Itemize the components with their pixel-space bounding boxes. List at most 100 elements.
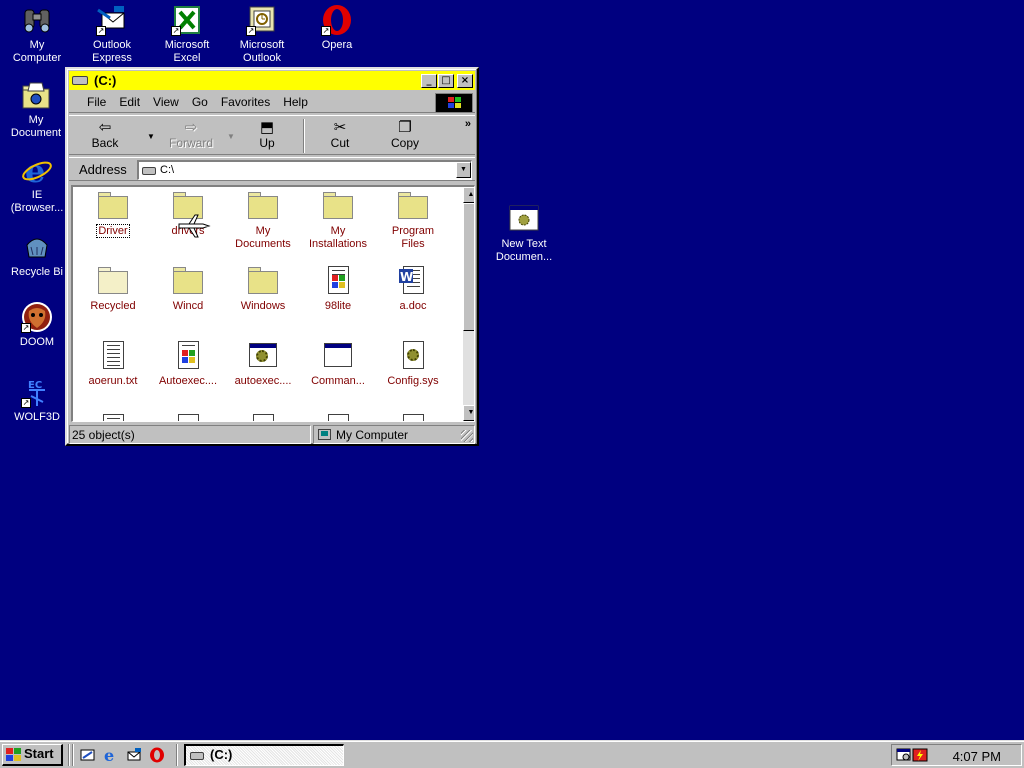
power-icon[interactable] [912,748,928,762]
minimize-button[interactable]: _ [421,73,437,88]
file-icon [97,413,129,421]
copy-button[interactable]: ❐ Copy [377,118,433,154]
explorer-window[interactable]: (C:) _ □ × File Edit View Go Favorites H… [65,67,479,446]
menu-view[interactable]: View [153,95,179,109]
close-button[interactable]: × [457,73,473,88]
address-field[interactable]: C:\ ▼ [137,160,472,180]
text-file-icon [97,340,129,372]
back-button[interactable]: ⇦ Back [77,118,133,154]
file-item-aoerun-txt[interactable]: aoerun.txt [75,340,151,388]
scroll-thumb[interactable] [463,203,474,331]
forward-button[interactable]: ⇨ Forward [163,118,219,154]
windows-logo-icon [435,93,473,113]
file-item-config-sys[interactable]: Config.sys [375,340,451,388]
desktop-icon-label: DOOM [19,336,55,348]
cursor-icon [178,214,211,238]
menu-file[interactable]: File [87,95,106,109]
file-item-command[interactable]: Comman... [300,340,376,388]
forward-arrow-icon: ⇨ [184,118,198,136]
file-item-partial[interactable] [375,413,451,421]
outlook-express-icon[interactable] [126,747,142,763]
file-icon [172,413,204,421]
cut-button[interactable]: ✂ Cut [312,118,368,154]
scheduler-icon[interactable] [896,748,912,762]
taskbar-button-label: (C:) [210,747,233,762]
internet-explorer-icon[interactable]: e [103,747,119,763]
scroll-down-button[interactable]: ▼ [463,405,474,421]
file-item-autoexec-bat[interactable]: autoexec.... [225,340,301,388]
settings-window-icon [247,340,279,372]
drive-icon [72,76,88,85]
menu-help[interactable]: Help [283,95,308,109]
show-desktop-icon[interactable] [80,747,96,763]
file-label: Recycled [90,300,136,312]
forward-dropdown-arrow[interactable]: ▼ [227,132,235,141]
vertical-scrollbar[interactable]: ▲ ▼ [463,187,474,421]
file-label: Program Files [391,225,435,250]
file-item-partial[interactable] [150,413,226,421]
up-label: Up [259,136,275,150]
address-value: C:\ [160,164,175,176]
file-item-recycled[interactable]: Recycled [75,265,151,313]
file-label: My Installations [308,225,368,250]
title-bar[interactable]: (C:) _ □ × [69,71,475,90]
menu-favorites[interactable]: Favorites [221,95,270,109]
file-item-driver[interactable]: Driver [75,190,151,238]
desktop-icon-doom[interactable]: ↗ DOOM [1,301,73,349]
file-item-program-files[interactable]: Program Files [375,190,451,251]
wolf3d-icon: EC ↗ [21,376,53,408]
scroll-up-button[interactable]: ▲ [463,187,474,203]
file-item-partial[interactable] [75,413,151,421]
desktop-icon-microsoft-outlook[interactable]: ↗ Microsoft Outlook [226,4,298,65]
excel-icon: ↗ [171,4,203,36]
desktop-icon-recycle-bin[interactable]: Recycle Bi [1,231,73,279]
desktop-icon-wolf3d[interactable]: EC ↗ WOLF3D [1,376,73,424]
desktop-icon-my-computer[interactable]: My Computer [1,4,73,65]
desktop-icon-label: IE (Browser... [10,189,64,214]
start-button[interactable]: Start [2,744,63,766]
toolbar-more-chevron[interactable]: » [465,118,471,130]
back-label: Back [91,136,119,150]
back-arrow-icon: ⇦ [98,118,112,136]
my-documents-icon [20,79,52,111]
system-tray: 4:07 PM [891,744,1022,766]
menu-go[interactable]: Go [192,95,208,109]
desktop-icon-opera[interactable]: ↗ Opera [301,4,373,52]
desktop-icon-new-text-document[interactable]: New Text Documen... [488,203,560,264]
desktop-icon-outlook-express[interactable]: ↗ Outlook Express [76,4,148,65]
desktop-icon-internet-explorer[interactable]: e IE (Browser... [1,152,73,215]
file-item-my-installations[interactable]: My Installations [300,190,376,251]
file-list-pane[interactable]: Driver drivers My Documents My Installat… [71,185,475,422]
doom-icon: ↗ [21,301,53,333]
file-label: aoerun.txt [88,375,138,387]
back-dropdown-arrow[interactable]: ▼ [147,132,155,141]
desktop-icon-label: Microsoft Outlook [239,39,285,64]
opera-icon[interactable] [149,747,165,763]
file-item-98lite[interactable]: 98lite [300,265,376,313]
resize-grip[interactable] [461,430,473,442]
desktop-icon-label: My Document [10,114,62,139]
hidden-folder-icon [97,265,129,297]
taskbar-separator [72,744,74,766]
clock[interactable]: 4:07 PM [953,749,1001,764]
address-dropdown-button[interactable]: ▼ [456,162,471,178]
taskbar-button-c-drive[interactable]: (C:) [184,744,344,766]
file-item-a-doc[interactable]: W a.doc [375,265,451,313]
folder-icon [322,190,354,222]
file-item-partial[interactable] [300,413,376,421]
toolbar-separator [303,119,305,153]
maximize-button[interactable]: □ [438,73,454,88]
copy-icon: ❐ [398,118,412,136]
up-folder-icon: ⬒ [259,118,275,136]
desktop-icon-my-documents[interactable]: My Document [0,79,72,140]
file-item-my-documents[interactable]: My Documents [225,190,301,251]
menu-edit[interactable]: Edit [119,95,140,109]
windows-flag-icon [6,748,21,761]
desktop-icon-microsoft-excel[interactable]: ↗ Microsoft Excel [151,4,223,65]
up-button[interactable]: ⬒ Up [239,118,295,154]
menu-bar: File Edit View Go Favorites Help [69,92,475,113]
file-item-autoexec-exe[interactable]: Autoexec.... [150,340,226,388]
file-item-wincd[interactable]: Wincd [150,265,226,313]
file-item-windows[interactable]: Windows [225,265,301,313]
file-item-partial[interactable] [225,413,301,421]
